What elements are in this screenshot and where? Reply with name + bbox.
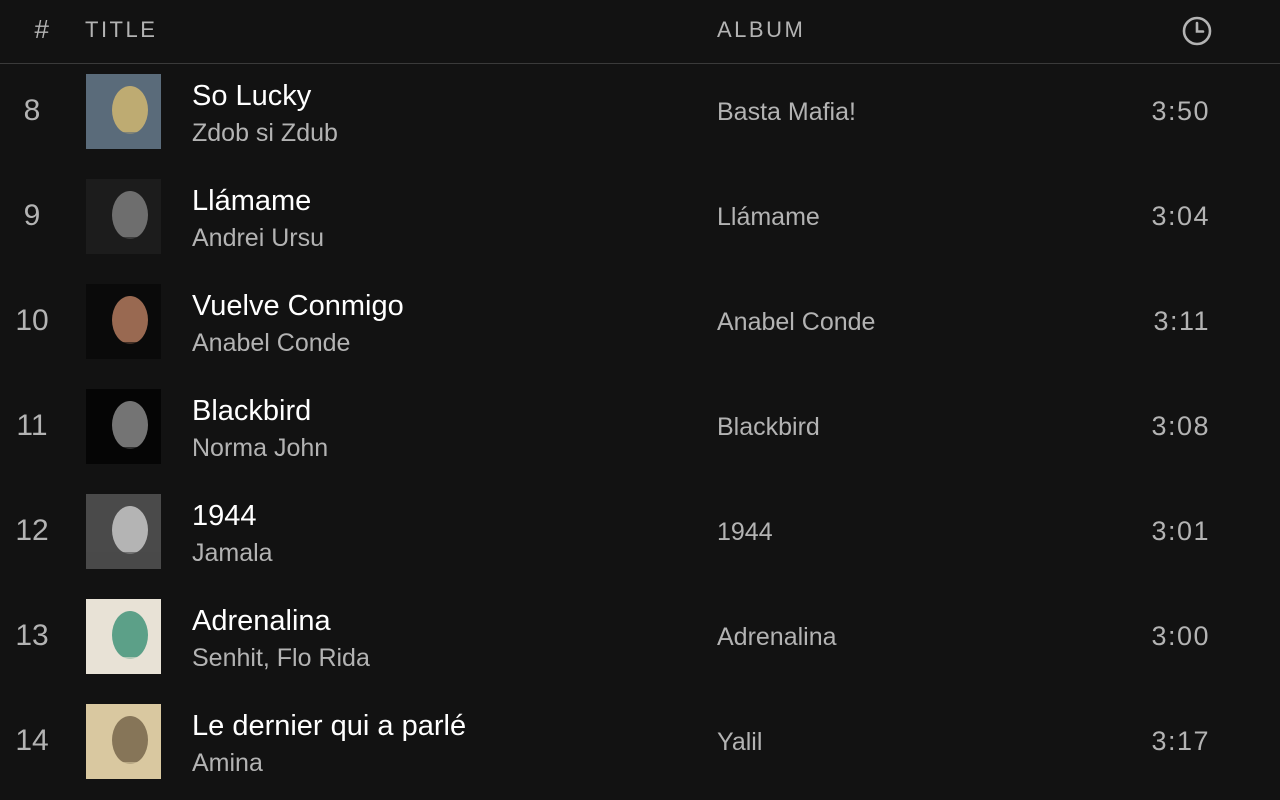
track-artist[interactable]: Andrei Ursu — [192, 224, 324, 253]
track-title[interactable]: Vuelve Conmigo — [192, 290, 404, 323]
track-album[interactable]: 1944 — [717, 518, 773, 547]
track-number: 13 — [15, 619, 49, 652]
track-artist[interactable]: Jamala — [192, 539, 273, 568]
track-title[interactable]: Blackbird — [192, 395, 311, 428]
track-row[interactable]: 8 So Lucky Zdob si Zdub Basta Mafia! 3:50 — [0, 64, 1280, 169]
track-row[interactable]: 9 Llámame Andrei Ursu Llámame 3:04 — [0, 169, 1280, 274]
track-duration: 3:08 — [1151, 411, 1210, 441]
track-duration: 3:11 — [1153, 306, 1210, 336]
track-album[interactable]: Yalil — [717, 728, 762, 757]
track-number: 10 — [15, 304, 49, 337]
track-title[interactable]: Llámame — [192, 185, 311, 218]
track-album[interactable]: Llámame — [717, 203, 820, 232]
track-number: 11 — [16, 409, 48, 442]
track-title[interactable]: 1944 — [192, 500, 257, 533]
track-number: 12 — [15, 514, 49, 547]
track-number: 14 — [15, 724, 49, 757]
track-row[interactable]: 14 Le dernier qui a parlé Amina Yalil 3:17 — [0, 694, 1280, 799]
track-duration: 3:00 — [1151, 621, 1210, 651]
track-album[interactable]: Anabel Conde — [717, 308, 875, 337]
header-title[interactable]: TITLE — [85, 17, 157, 43]
track-album[interactable]: Basta Mafia! — [717, 98, 856, 127]
track-artist[interactable]: Senhit, Flo Rida — [192, 644, 370, 673]
track-artist[interactable]: Amina — [192, 749, 263, 778]
track-title[interactable]: Le dernier qui a parlé — [192, 710, 466, 743]
clock-icon[interactable] — [1181, 15, 1213, 47]
track-row[interactable]: 10 Vuelve Conmigo Anabel Conde Anabel Conde… — [0, 274, 1280, 379]
track-duration: 3:50 — [1151, 96, 1210, 126]
track-duration: 3:17 — [1151, 726, 1210, 756]
track-row[interactable]: 12 1944 Jamala 1944 3:01 — [0, 484, 1280, 589]
track-artist[interactable]: Zdob si Zdub — [192, 119, 338, 148]
album-art[interactable] — [86, 494, 161, 569]
track-album[interactable]: Blackbird — [717, 413, 820, 442]
track-artist[interactable]: Norma John — [192, 434, 328, 463]
album-art[interactable] — [86, 704, 161, 779]
tracklist: # TITLE ALBUM 8 So Lucky Zdob si Zdub Basta… — [0, 0, 1280, 800]
track-title[interactable]: So Lucky — [192, 80, 311, 113]
album-art[interactable] — [86, 74, 161, 149]
album-art[interactable] — [86, 389, 161, 464]
track-duration: 3:04 — [1151, 201, 1210, 231]
track-artist[interactable]: Anabel Conde — [192, 329, 350, 358]
track-row[interactable]: 13 Adrenalina Senhit, Flo Rida Adrenalina 3:… — [0, 589, 1280, 694]
track-duration: 3:01 — [1151, 516, 1210, 546]
tracklist-header: # TITLE ALBUM — [0, 0, 1280, 64]
header-number[interactable]: # — [31, 14, 55, 45]
track-number: 8 — [23, 94, 41, 127]
album-art[interactable] — [86, 179, 161, 254]
track-number: 9 — [23, 199, 41, 232]
album-art[interactable] — [86, 284, 161, 359]
track-title[interactable]: Adrenalina — [192, 605, 331, 638]
album-art[interactable] — [86, 599, 161, 674]
header-album[interactable]: ALBUM — [717, 17, 805, 43]
track-row[interactable]: 11 Blackbird Norma John Blackbird 3:08 — [0, 379, 1280, 484]
track-album[interactable]: Adrenalina — [717, 623, 837, 652]
